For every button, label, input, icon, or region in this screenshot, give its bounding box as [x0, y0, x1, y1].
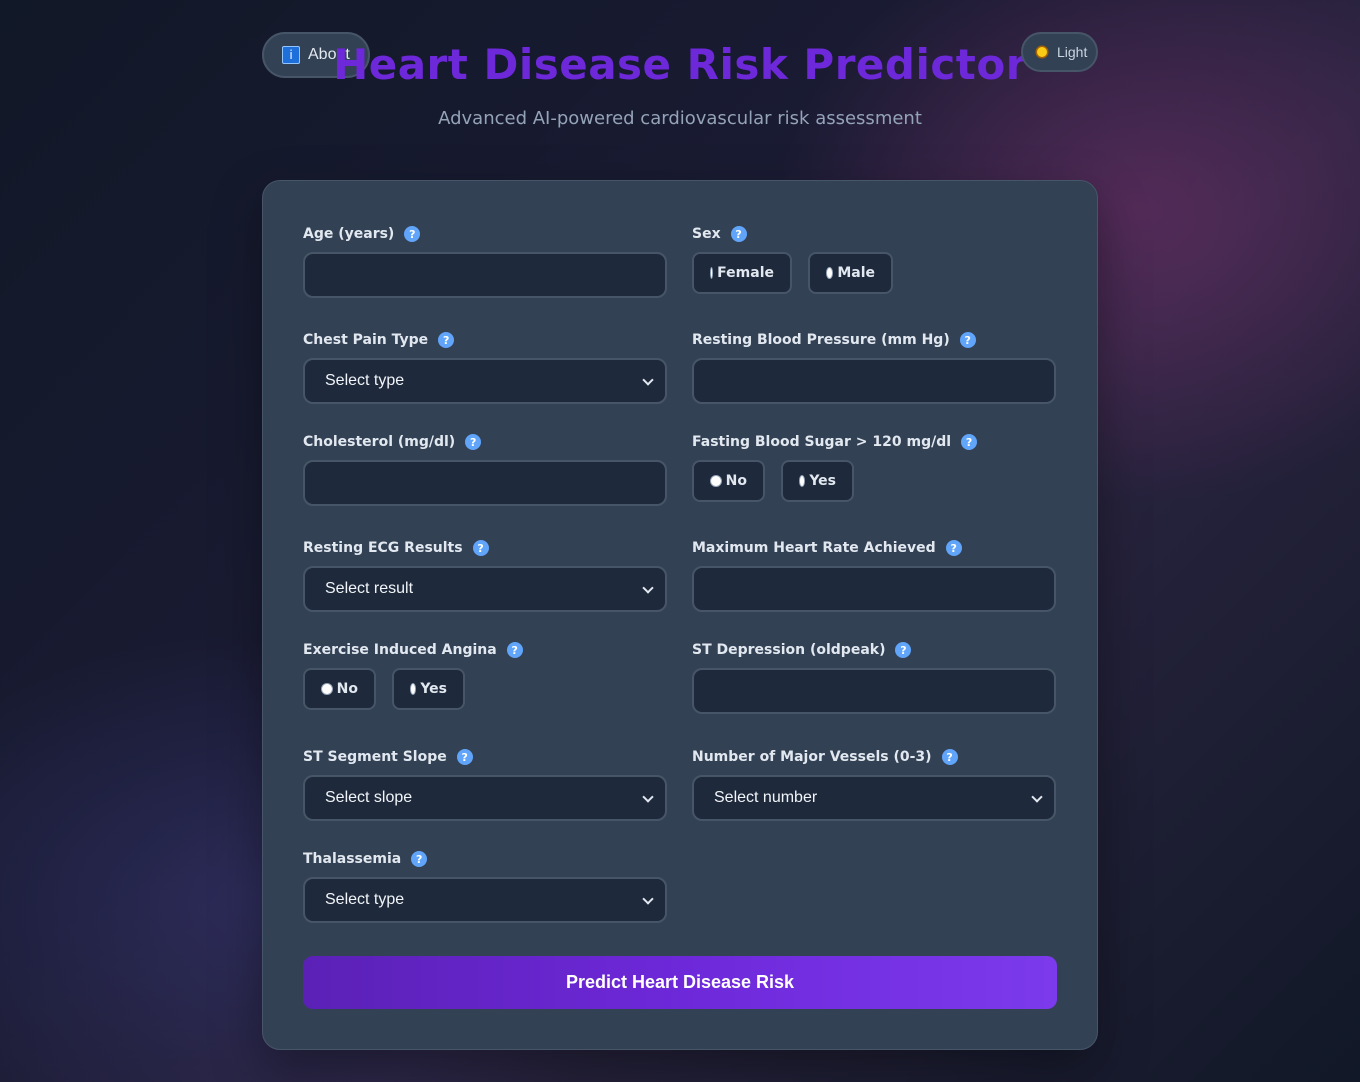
- chest-pain-select[interactable]: Select type: [303, 358, 667, 404]
- radio-button[interactable]: [799, 475, 806, 487]
- help-icon[interactable]: ?: [465, 434, 482, 450]
- fasting-bs-label: Fasting Blood Sugar > 120 mg/dl: [692, 434, 952, 450]
- max-hr-field: Maximum Heart Rate Achieved ?: [692, 538, 1056, 612]
- help-icon[interactable]: ?: [411, 851, 428, 867]
- sex-radio-group: Female Male: [692, 252, 893, 294]
- theme-label: Light: [1057, 44, 1088, 60]
- sun-icon: [1035, 45, 1049, 59]
- exercise-angina-field: Exercise Induced Angina ? No Yes: [303, 640, 667, 710]
- prediction-form: Age (years) ? Sex ? Female Male Chest Pa…: [262, 180, 1098, 1050]
- cholesterol-input[interactable]: [303, 460, 667, 506]
- select-value: Select type: [325, 891, 405, 908]
- sex-option-male[interactable]: Male: [808, 252, 893, 294]
- chevron-down-icon: [1032, 793, 1042, 803]
- st-slope-field: ST Segment Slope ? Select slope: [303, 747, 667, 821]
- cholesterol-label: Cholesterol (mg/dl): [303, 434, 456, 450]
- help-icon[interactable]: ?: [506, 642, 523, 658]
- major-vessels-label: Number of Major Vessels (0-3): [692, 749, 932, 765]
- chest-pain-label: Chest Pain Type: [303, 332, 429, 348]
- age-field: Age (years) ?: [303, 224, 667, 298]
- max-hr-label: Maximum Heart Rate Achieved: [692, 540, 936, 556]
- exercise-angina-radio-group: No Yes: [303, 668, 465, 710]
- fasting-bs-field: Fasting Blood Sugar > 120 mg/dl ? No Yes: [692, 432, 1056, 502]
- chest-pain-field: Chest Pain Type ? Select type: [303, 330, 667, 404]
- radio-button[interactable]: [410, 683, 417, 695]
- sex-option-female[interactable]: Female: [692, 252, 792, 294]
- chevron-down-icon: [643, 895, 653, 905]
- thalassemia-label: Thalassemia: [303, 851, 402, 867]
- page-title: Heart Disease Risk Predictor: [333, 40, 1027, 89]
- radio-button[interactable]: [710, 267, 714, 279]
- page-subtitle: Advanced AI-powered cardiovascular risk …: [438, 108, 922, 129]
- exercise-angina-label: Exercise Induced Angina: [303, 642, 497, 658]
- resting-ecg-select[interactable]: Select result: [303, 566, 667, 612]
- st-slope-select[interactable]: Select slope: [303, 775, 667, 821]
- radio-button[interactable]: [710, 475, 722, 487]
- resting-bp-field: Resting Blood Pressure (mm Hg) ?: [692, 330, 1056, 404]
- select-value: Select result: [325, 580, 414, 597]
- option-label: Female: [717, 265, 774, 281]
- chevron-down-icon: [643, 376, 653, 386]
- sex-label: Sex: [692, 226, 721, 242]
- exercise-angina-option-yes[interactable]: Yes: [392, 668, 465, 710]
- option-label: No: [725, 473, 747, 489]
- help-icon[interactable]: ?: [456, 749, 473, 765]
- resting-bp-label: Resting Blood Pressure (mm Hg): [692, 332, 950, 348]
- option-label: Yes: [420, 681, 447, 697]
- fasting-bs-option-yes[interactable]: Yes: [781, 460, 854, 502]
- help-icon[interactable]: ?: [438, 332, 455, 348]
- fasting-bs-option-no[interactable]: No: [692, 460, 765, 502]
- cholesterol-field: Cholesterol (mg/dl) ?: [303, 432, 667, 506]
- option-label: Male: [837, 265, 875, 281]
- select-value: Select number: [714, 789, 818, 806]
- thalassemia-field: Thalassemia ? Select type: [303, 849, 667, 923]
- st-depression-field: ST Depression (oldpeak) ?: [692, 640, 1056, 714]
- radio-button[interactable]: [826, 267, 834, 279]
- radio-button[interactable]: [321, 683, 333, 695]
- help-icon[interactable]: ?: [895, 642, 912, 658]
- resting-ecg-field: Resting ECG Results ? Select result: [303, 538, 667, 612]
- sex-field: Sex ? Female Male: [692, 224, 1056, 294]
- major-vessels-select[interactable]: Select number: [692, 775, 1056, 821]
- help-icon[interactable]: ?: [941, 749, 958, 765]
- help-icon[interactable]: ?: [945, 540, 962, 556]
- theme-toggle-button[interactable]: Light: [1021, 32, 1098, 72]
- st-depression-input[interactable]: [692, 668, 1056, 714]
- select-value: Select type: [325, 372, 405, 389]
- major-vessels-field: Number of Major Vessels (0-3) ? Select n…: [692, 747, 1056, 821]
- chevron-down-icon: [643, 584, 653, 594]
- help-icon[interactable]: ?: [730, 226, 747, 242]
- resting-bp-input[interactable]: [692, 358, 1056, 404]
- help-icon[interactable]: ?: [472, 540, 489, 556]
- help-icon[interactable]: ?: [404, 226, 421, 242]
- st-depression-label: ST Depression (oldpeak): [692, 642, 886, 658]
- exercise-angina-option-no[interactable]: No: [303, 668, 376, 710]
- resting-ecg-label: Resting ECG Results: [303, 540, 463, 556]
- option-label: Yes: [809, 473, 836, 489]
- st-slope-label: ST Segment Slope: [303, 749, 447, 765]
- help-icon[interactable]: ?: [959, 332, 976, 348]
- chevron-down-icon: [643, 793, 653, 803]
- select-value: Select slope: [325, 789, 413, 806]
- help-icon[interactable]: ?: [961, 434, 978, 450]
- predict-button[interactable]: Predict Heart Disease Risk: [303, 956, 1057, 1009]
- age-label: Age (years): [303, 226, 395, 242]
- max-hr-input[interactable]: [692, 566, 1056, 612]
- fasting-bs-radio-group: No Yes: [692, 460, 854, 502]
- thalassemia-select[interactable]: Select type: [303, 877, 667, 923]
- age-input[interactable]: [303, 252, 667, 298]
- option-label: No: [336, 681, 358, 697]
